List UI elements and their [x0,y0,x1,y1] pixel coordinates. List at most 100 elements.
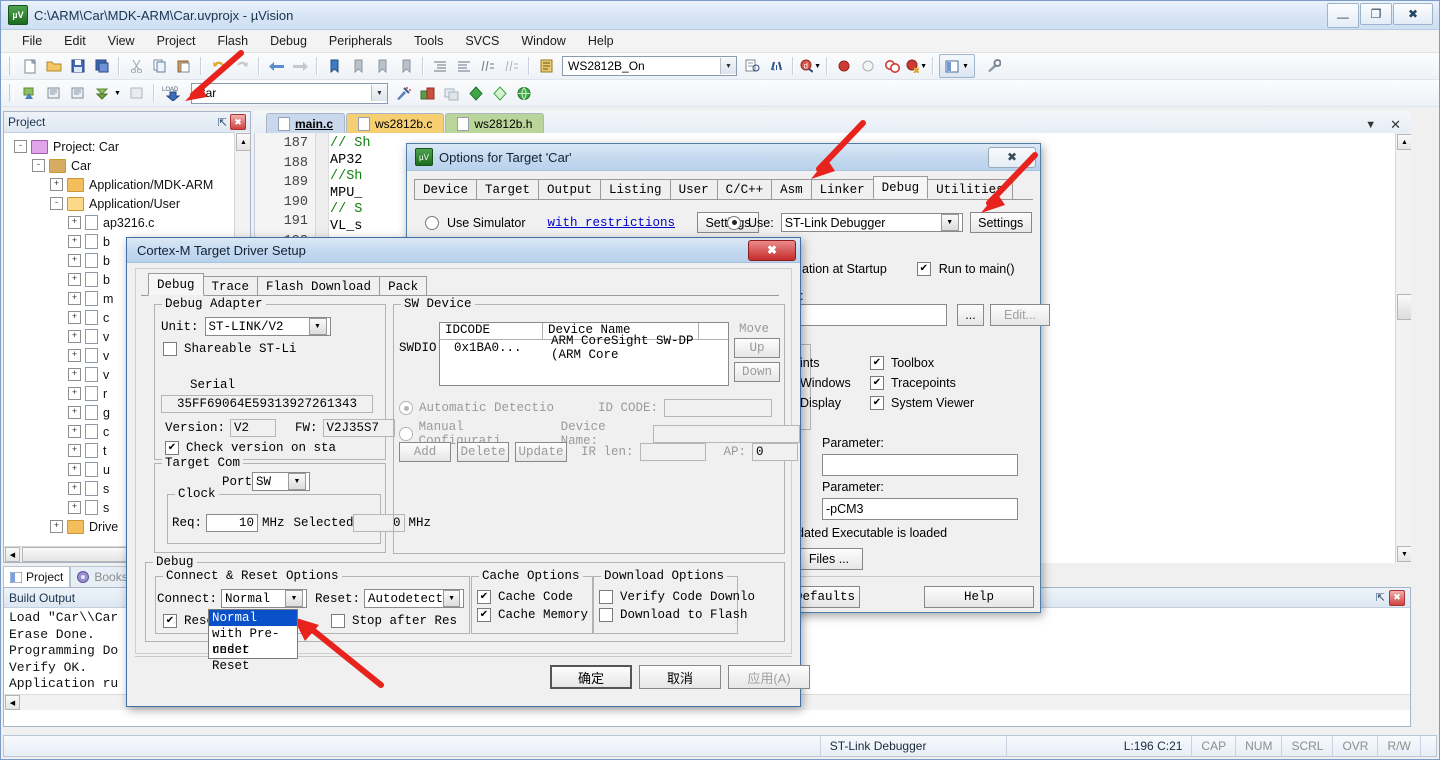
resize-grip-icon[interactable] [1419,736,1436,756]
back-icon[interactable] [265,55,287,77]
tab-project[interactable]: Project [3,566,71,587]
tree-expander[interactable]: + [68,292,81,305]
tree-expander[interactable]: + [68,501,81,514]
menu-item-help[interactable]: Help [577,32,625,50]
minimize-button[interactable]: — [1327,2,1359,28]
toolbox-checkbox[interactable]: ✔ [870,356,884,370]
tab-user[interactable]: User [669,179,718,199]
rebuild-icon[interactable] [67,82,89,104]
scroll-down-arrow[interactable]: ▼ [1397,546,1411,562]
parameter-input-2[interactable]: -pCM3 [822,498,1018,520]
tab-pack[interactable]: Pack [379,276,428,296]
maximize-button[interactable]: ❐ [1360,2,1392,25]
close-icon[interactable]: ✕ [1390,117,1401,133]
add-device-button[interactable]: Add [399,442,451,462]
tree-expander[interactable]: + [68,425,81,438]
pack-globe-icon[interactable] [513,82,535,104]
scroll-up-arrow[interactable]: ▲ [1397,134,1411,150]
translate-icon[interactable] [43,82,65,104]
initialization-file-input[interactable] [800,304,947,326]
options-for-target-icon[interactable] [393,82,415,104]
stop-build-icon[interactable] [126,82,148,104]
new-file-icon[interactable] [19,55,41,77]
find-icon[interactable] [741,55,763,77]
sw-device-table[interactable]: IDCODE Device Name 0x1BA0... ARM CoreSig… [439,322,729,386]
tab-linker[interactable]: Linker [810,179,874,199]
run-to-main-checkbox[interactable]: ✔ [916,262,931,276]
tree-expander[interactable]: - [50,197,63,210]
tree-expander[interactable]: - [14,140,27,153]
chevron-down-icon[interactable]: ▼ [285,590,304,607]
bookmark-next-icon[interactable] [371,55,393,77]
scroll-left-arrow[interactable]: ◀ [5,695,20,710]
editor-vertical-scrollbar[interactable]: ▲ ▼ [1395,133,1411,563]
tree-expander[interactable]: + [68,216,81,229]
menu-item-file[interactable]: File [11,32,53,50]
automatic-detection-radio[interactable] [399,401,413,415]
binoculars-icon[interactable] [765,55,787,77]
build-icon[interactable] [19,82,41,104]
connect-select[interactable]: Normal ▼ [221,589,308,608]
close-icon[interactable]: ✖ [1389,589,1405,606]
update-device-button[interactable]: Update [515,442,567,462]
tree-expander[interactable]: - [32,159,45,172]
menu-item-edit[interactable]: Edit [53,32,97,50]
port-select[interactable]: SW ▼ [252,472,311,491]
disable-breakpoint-icon[interactable] [857,55,879,77]
tree-item[interactable]: - Project: Car [4,137,250,156]
tree-expander[interactable]: + [68,311,81,324]
search-target-icon[interactable]: d ▼ [799,55,821,77]
stop-after-reset-checkbox[interactable] [331,614,345,628]
tree-expander[interactable]: + [68,273,81,286]
help-button[interactable]: Help [924,586,1034,608]
scroll-thumb[interactable] [1397,294,1411,320]
tab-asm[interactable]: Asm [771,179,812,199]
configure-icon[interactable] [982,55,1004,77]
multi-project-icon[interactable] [441,82,463,104]
tracepoints-checkbox[interactable]: ✔ [870,376,884,390]
move-up-button[interactable]: Up [734,338,780,358]
pin-icon[interactable]: ⇱ [218,116,227,129]
pack-green-icon[interactable] [489,82,511,104]
outdent-icon[interactable] [453,55,475,77]
comment-icon[interactable] [477,55,499,77]
connect-option-with-pre-reset[interactable]: with Pre-reset [209,626,297,657]
reset-select[interactable]: Autodetect ▼ [364,589,465,608]
use-simulator-radio[interactable] [425,215,439,230]
manage-runtime-icon[interactable] [417,82,439,104]
tree-expander[interactable]: + [68,235,81,248]
menu-item-window[interactable]: Window [510,32,576,50]
tab-output[interactable]: Output [538,179,602,199]
kill-breakpoints-icon[interactable] [881,55,903,77]
with-restrictions-link[interactable]: with restrictions [548,216,676,230]
target-combo[interactable]: Car ▼ [190,82,388,104]
chevron-down-icon[interactable]: ▼ [288,473,307,490]
connect-option-under-reset[interactable]: under Reset [209,642,297,673]
menu-item-debug[interactable]: Debug [259,32,318,50]
tree-expander[interactable]: + [68,368,81,381]
bookmark-clear-icon[interactable] [395,55,417,77]
save-icon[interactable] [67,55,89,77]
debugger-select[interactable]: ST-Link Debugger ▼ [780,213,963,232]
open-file-icon[interactable] [43,55,65,77]
tree-expander[interactable]: + [68,444,81,457]
chevron-down-icon[interactable]: ▼ [940,214,959,231]
menu-item-svcs[interactable]: SVCS [454,32,510,50]
download-to-flash-checkbox[interactable] [599,608,613,622]
function-combo[interactable]: WS2812B_On ▼ [562,56,737,76]
chevron-down-icon[interactable]: ▼ [308,318,327,335]
forward-icon[interactable] [289,55,311,77]
edit-init-file-button[interactable]: Edit... [990,304,1050,326]
tree-item[interactable]: - Car [4,156,250,175]
tab-c-cpp[interactable]: C/C++ [716,179,773,199]
tab-device[interactable]: Device [414,179,478,199]
batch-build-icon[interactable] [91,82,113,104]
tree-expander[interactable]: + [68,254,81,267]
delete-device-button[interactable]: Delete [457,442,509,462]
parameter-input-1[interactable] [822,454,1018,476]
tab-listing[interactable]: Listing [600,179,671,199]
sw-device-row[interactable]: 0x1BA0... ARM CoreSight SW-DP (ARM Core [440,334,728,362]
manage-files-button[interactable]: Files ... [795,548,863,570]
connect-dropdown-list[interactable]: Normal with Pre-reset under Reset [208,609,298,673]
tree-item[interactable]: - Application/User [4,194,250,213]
